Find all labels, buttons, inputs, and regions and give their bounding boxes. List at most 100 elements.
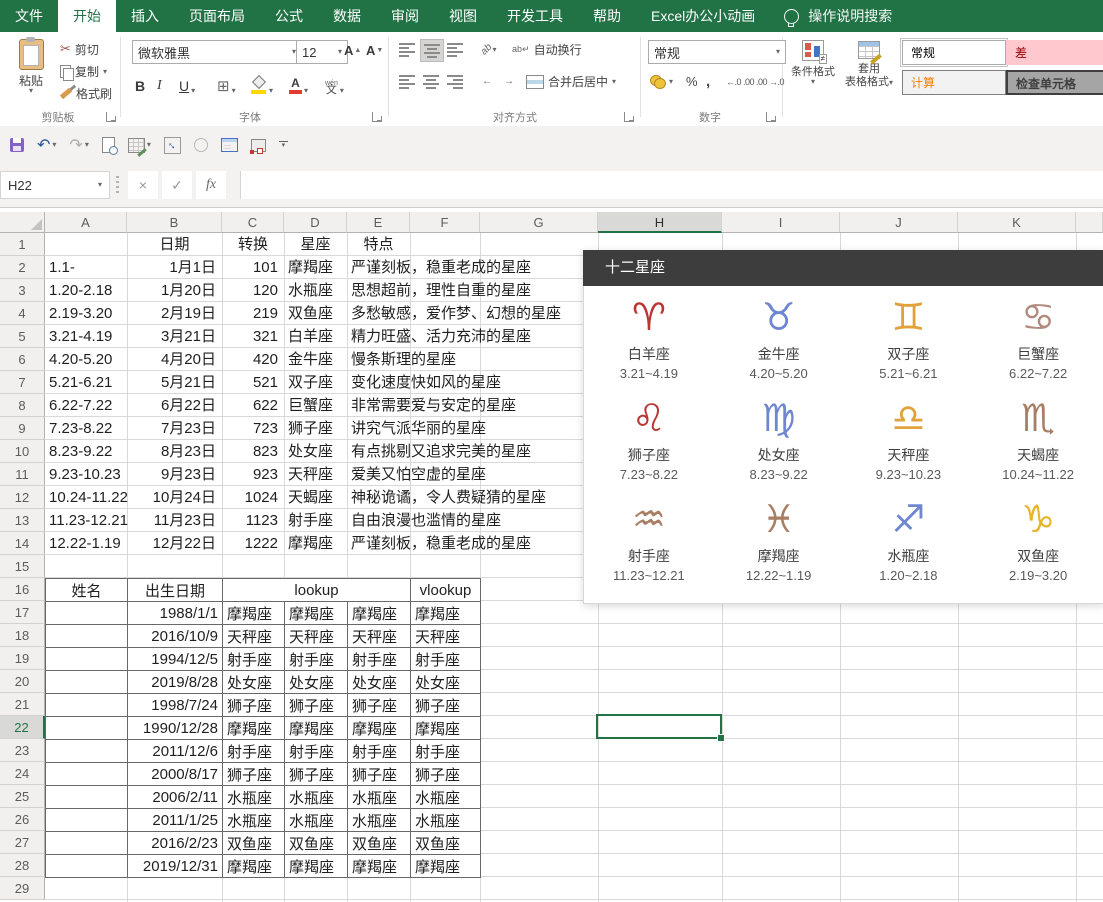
increase-indent-button[interactable]: →: [498, 71, 520, 92]
cell-D27[interactable]: 双鱼座: [285, 832, 348, 855]
cell-B13[interactable]: 11月23日: [127, 509, 216, 532]
cell-E23[interactable]: 射手座: [348, 740, 411, 763]
cell-C17[interactable]: 摩羯座: [223, 602, 285, 625]
tab-页面布局[interactable]: 页面布局: [174, 0, 260, 32]
redo-button[interactable]: ↷▾: [69, 138, 88, 152]
cell-C19[interactable]: 射手座: [223, 648, 285, 671]
cell-A13[interactable]: 11.23-12.21: [49, 509, 128, 532]
row-header-21[interactable]: 21: [0, 693, 45, 716]
column-header-K[interactable]: K: [958, 212, 1076, 233]
cell-E22[interactable]: 摩羯座: [348, 717, 411, 740]
cell-A28[interactable]: [46, 855, 128, 878]
cell-A10[interactable]: 8.23-9.22: [49, 440, 112, 463]
cell-F21[interactable]: 狮子座: [411, 694, 481, 717]
tab-审阅[interactable]: 审阅: [376, 0, 434, 32]
cell-A27[interactable]: [46, 832, 128, 855]
cell-B14[interactable]: 12月22日: [127, 532, 216, 555]
row-header-3[interactable]: 3: [0, 279, 45, 302]
cell-D9[interactable]: 狮子座: [288, 417, 333, 440]
cell-A2[interactable]: 1.1-: [49, 256, 75, 279]
align-bottom-button[interactable]: [444, 39, 466, 60]
cell-E20[interactable]: 处女座: [348, 671, 411, 694]
cell-B27[interactable]: 2016/2/23: [128, 832, 223, 855]
tab-开发工具[interactable]: 开发工具: [492, 0, 578, 32]
clipboard-dialog-launcher[interactable]: [106, 112, 116, 122]
row-header-6[interactable]: 6: [0, 348, 45, 371]
cell-D22[interactable]: 摩羯座: [285, 717, 348, 740]
cell-C23[interactable]: 射手座: [223, 740, 285, 763]
cell-A23[interactable]: [46, 740, 128, 763]
cell-D18[interactable]: 天秤座: [285, 625, 348, 648]
cell-C26[interactable]: 水瓶座: [223, 809, 285, 832]
cell-F23[interactable]: 射手座: [411, 740, 481, 763]
cell-A4[interactable]: 2.19-3.20: [49, 302, 112, 325]
bold-button[interactable]: B: [132, 72, 148, 94]
cell-F18[interactable]: 天秤座: [411, 625, 481, 648]
cell-A3[interactable]: 1.20-2.18: [49, 279, 112, 302]
column-header-H[interactable]: H: [598, 212, 722, 233]
cell-E2[interactable]: 严谨刻板，稳重老成的星座: [351, 256, 531, 279]
cell-B12[interactable]: 10月24日: [127, 486, 216, 509]
row-header-20[interactable]: 20: [0, 670, 45, 693]
tab-插入[interactable]: 插入: [116, 0, 174, 32]
align-middle-button[interactable]: [420, 39, 444, 62]
cell-D13[interactable]: 射手座: [288, 509, 333, 532]
cell-A9[interactable]: 7.23-8.22: [49, 417, 112, 440]
cell-D25[interactable]: 水瓶座: [285, 786, 348, 809]
cell-E25[interactable]: 水瓶座: [348, 786, 411, 809]
cell-style-计算[interactable]: 计算: [902, 70, 1006, 95]
column-header-I[interactable]: I: [722, 212, 840, 233]
cell-F22[interactable]: 摩羯座: [411, 717, 481, 740]
cell-B11[interactable]: 9月23日: [127, 463, 216, 486]
cell-F19[interactable]: 射手座: [411, 648, 481, 671]
column-header-A[interactable]: A: [45, 212, 127, 233]
row-header-12[interactable]: 12: [0, 486, 45, 509]
cell-B17[interactable]: 1988/1/1: [128, 602, 223, 625]
cell-D20[interactable]: 处女座: [285, 671, 348, 694]
column-header-J[interactable]: J: [840, 212, 958, 233]
cell-E18[interactable]: 天秤座: [348, 625, 411, 648]
cell-E28[interactable]: 摩羯座: [348, 855, 411, 878]
row-header-24[interactable]: 24: [0, 762, 45, 785]
cell-E19[interactable]: 射手座: [348, 648, 411, 671]
cell-C4[interactable]: 219: [222, 302, 278, 325]
cell-A21[interactable]: [46, 694, 128, 717]
row-header-23[interactable]: 23: [0, 739, 45, 762]
cell-B28[interactable]: 2019/12/31: [128, 855, 223, 878]
cell-E13[interactable]: 自由浪漫也滥情的星座: [351, 509, 501, 532]
cell-F26[interactable]: 水瓶座: [411, 809, 481, 832]
cell-A26[interactable]: [46, 809, 128, 832]
tell-me-search[interactable]: 操作说明搜索: [784, 0, 892, 32]
cell-C12[interactable]: 1024: [222, 486, 278, 509]
row-header-29[interactable]: 29: [0, 877, 45, 900]
cell-B25[interactable]: 2006/2/11: [128, 786, 223, 809]
table-header-姓名[interactable]: 姓名: [46, 579, 128, 602]
row-header-10[interactable]: 10: [0, 440, 45, 463]
row-header-15[interactable]: 15: [0, 555, 45, 578]
cell-A19[interactable]: [46, 648, 128, 671]
cell-B18[interactable]: 2016/10/9: [128, 625, 223, 648]
tab-视图[interactable]: 视图: [434, 0, 492, 32]
cell-F27[interactable]: 双鱼座: [411, 832, 481, 855]
decrease-decimal-button[interactable]: .00 →.0: [756, 71, 784, 92]
cell-B8[interactable]: 6月22日: [127, 394, 216, 417]
cell-style-检查单元格[interactable]: 检查单元格: [1006, 70, 1103, 95]
copy-button[interactable]: 复制 ▾: [60, 61, 107, 82]
cell-C1[interactable]: 转换: [222, 233, 284, 256]
cell-C7[interactable]: 521: [222, 371, 278, 394]
table-header-vlookup[interactable]: vlookup: [411, 579, 481, 602]
row-header-19[interactable]: 19: [0, 647, 45, 670]
number-dialog-launcher[interactable]: [766, 112, 776, 122]
cell-B10[interactable]: 8月23日: [127, 440, 216, 463]
cell-C22[interactable]: 摩羯座: [223, 717, 285, 740]
column-header-E[interactable]: E: [347, 212, 410, 233]
cell-C10[interactable]: 823: [222, 440, 278, 463]
cell-C24[interactable]: 狮子座: [223, 763, 285, 786]
align-center-button[interactable]: [420, 71, 442, 92]
cell-A17[interactable]: [46, 602, 128, 625]
align-left-button[interactable]: [396, 71, 418, 92]
alignment-dialog-launcher[interactable]: [624, 112, 634, 122]
column-header-C[interactable]: C: [222, 212, 284, 233]
row-header-27[interactable]: 27: [0, 831, 45, 854]
cell-F20[interactable]: 处女座: [411, 671, 481, 694]
